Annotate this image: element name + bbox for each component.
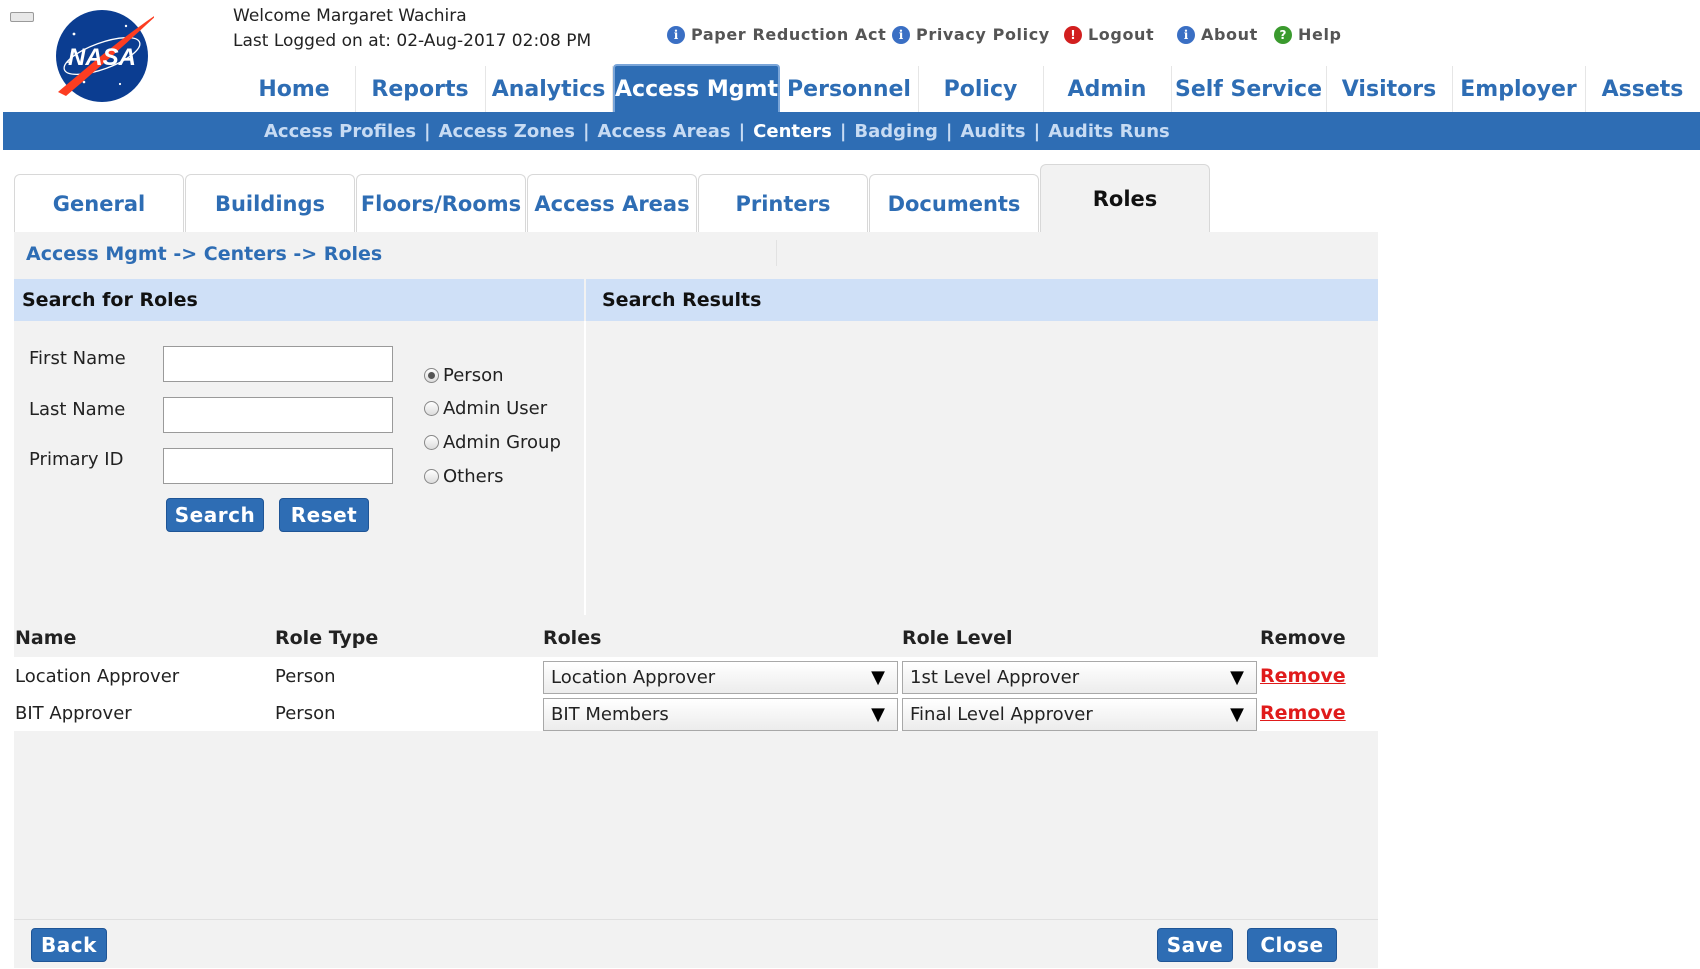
tab-general[interactable]: General — [14, 174, 184, 232]
nav-tab-admin[interactable]: Admin — [1043, 66, 1172, 112]
row-1-role-level-select[interactable]: 1st Level Approver ▼ — [902, 661, 1257, 694]
back-button[interactable]: Back — [31, 928, 107, 962]
radio-button[interactable] — [424, 435, 439, 450]
roles-table-header — [14, 619, 1378, 657]
tab-printers[interactable]: Printers — [698, 174, 868, 232]
column-header-roles: Roles — [543, 627, 602, 649]
row-1-remove-link[interactable]: Remove — [1260, 665, 1346, 687]
first-name-label: First Name — [29, 348, 126, 369]
row-2-role-level-select[interactable]: Final Level Approver ▼ — [902, 698, 1257, 731]
info-icon: i — [1177, 25, 1195, 44]
help-icon: ? — [1274, 25, 1292, 44]
nav-tab-analytics[interactable]: Analytics — [485, 66, 613, 112]
about-link[interactable]: i About — [1177, 25, 1258, 44]
search-button[interactable]: Search — [166, 498, 264, 532]
subnav-audits[interactable]: Audits — [960, 121, 1025, 142]
menu-toggle-icon[interactable] — [10, 12, 34, 22]
subnav-access-profiles[interactable]: Access Profiles — [264, 121, 416, 142]
save-button[interactable]: Save — [1157, 928, 1233, 962]
dropdown-arrow-icon: ▼ — [1230, 667, 1244, 688]
radio-button[interactable] — [424, 469, 439, 484]
dropdown-arrow-icon: ▼ — [1230, 704, 1244, 725]
nav-tab-visitors[interactable]: Visitors — [1326, 66, 1453, 112]
search-results-area — [584, 321, 1378, 615]
welcome-text: Welcome Margaret Wachira — [233, 6, 467, 26]
breadcrumb-divider — [776, 240, 777, 266]
dropdown-arrow-icon: ▼ — [871, 667, 885, 688]
nav-tab-assets[interactable]: Assets — [1585, 66, 1700, 112]
row-1-role-type: Person — [275, 666, 336, 687]
logout-link[interactable]: ! Logout — [1064, 25, 1154, 44]
radio-button-selected[interactable] — [424, 368, 439, 383]
results-section-title: Search Results — [586, 279, 1378, 321]
nav-tab-self-service[interactable]: Self Service — [1171, 66, 1327, 112]
breadcrumb: Access Mgmt -> Centers -> Roles — [26, 243, 383, 265]
paper-reduction-act-link[interactable]: i Paper Reduction Act — [667, 25, 886, 44]
tab-floors-rooms[interactable]: Floors/Rooms — [356, 174, 526, 232]
radio-button[interactable] — [424, 401, 439, 416]
tab-buildings[interactable]: Buildings — [185, 174, 355, 232]
subnav-access-areas[interactable]: Access Areas — [598, 121, 731, 142]
nasa-logo: NASA — [56, 10, 154, 102]
subnav-centers[interactable]: Centers — [753, 121, 832, 142]
search-section-title: Search for Roles — [14, 279, 584, 321]
info-icon: i — [667, 25, 685, 44]
subnav-audits-runs[interactable]: Audits Runs — [1048, 121, 1170, 142]
alert-icon: ! — [1064, 25, 1082, 44]
last-name-input[interactable] — [163, 397, 393, 433]
nav-tab-policy[interactable]: Policy — [918, 66, 1044, 112]
column-header-role-type: Role Type — [275, 627, 379, 649]
subnav-badging[interactable]: Badging — [854, 121, 938, 142]
row-2-roles-select[interactable]: BIT Members ▼ — [543, 698, 898, 731]
footer-divider — [14, 919, 1378, 920]
last-name-label: Last Name — [29, 399, 126, 420]
radio-admin-user[interactable]: Admin User — [424, 398, 547, 419]
column-header-remove: Remove — [1260, 627, 1346, 649]
nav-tab-employer[interactable]: Employer — [1452, 66, 1586, 112]
row-1-roles-select[interactable]: Location Approver ▼ — [543, 661, 898, 694]
privacy-policy-link[interactable]: i Privacy Policy — [892, 25, 1050, 44]
info-icon: i — [892, 25, 910, 44]
radio-others[interactable]: Others — [424, 466, 504, 487]
tab-access-areas[interactable]: Access Areas — [527, 174, 697, 232]
radio-admin-group[interactable]: Admin Group — [424, 432, 561, 453]
dropdown-arrow-icon: ▼ — [871, 704, 885, 725]
close-button[interactable]: Close — [1247, 928, 1337, 962]
row-2-role-type: Person — [275, 703, 336, 724]
column-header-name: Name — [15, 627, 77, 649]
nav-tab-access-mgmt[interactable]: Access Mgmt — [613, 64, 780, 112]
reset-button[interactable]: Reset — [279, 498, 369, 532]
last-login-text: Last Logged on at: 02-Aug-2017 02:08 PM — [233, 31, 592, 51]
nav-tab-home[interactable]: Home — [233, 66, 356, 112]
radio-person[interactable]: Person — [424, 365, 504, 386]
sub-navigation-links: Access Profiles | Access Zones | Access Ar… — [264, 120, 1170, 142]
column-header-role-level: Role Level — [902, 627, 1013, 649]
first-name-input[interactable] — [163, 346, 393, 382]
logo-text: NASA — [68, 44, 136, 71]
tab-roles[interactable]: Roles — [1040, 164, 1210, 232]
primary-id-input[interactable] — [163, 448, 393, 484]
row-2-name: BIT Approver — [15, 703, 132, 724]
nav-tab-reports[interactable]: Reports — [355, 66, 486, 112]
help-link[interactable]: ? Help — [1274, 25, 1342, 44]
primary-id-label: Primary ID — [29, 449, 124, 470]
subnav-access-zones[interactable]: Access Zones — [439, 121, 575, 142]
row-2-remove-link[interactable]: Remove — [1260, 702, 1346, 724]
nav-tab-personnel[interactable]: Personnel — [780, 66, 919, 112]
row-1-name: Location Approver — [15, 666, 180, 687]
tab-documents[interactable]: Documents — [869, 174, 1039, 232]
